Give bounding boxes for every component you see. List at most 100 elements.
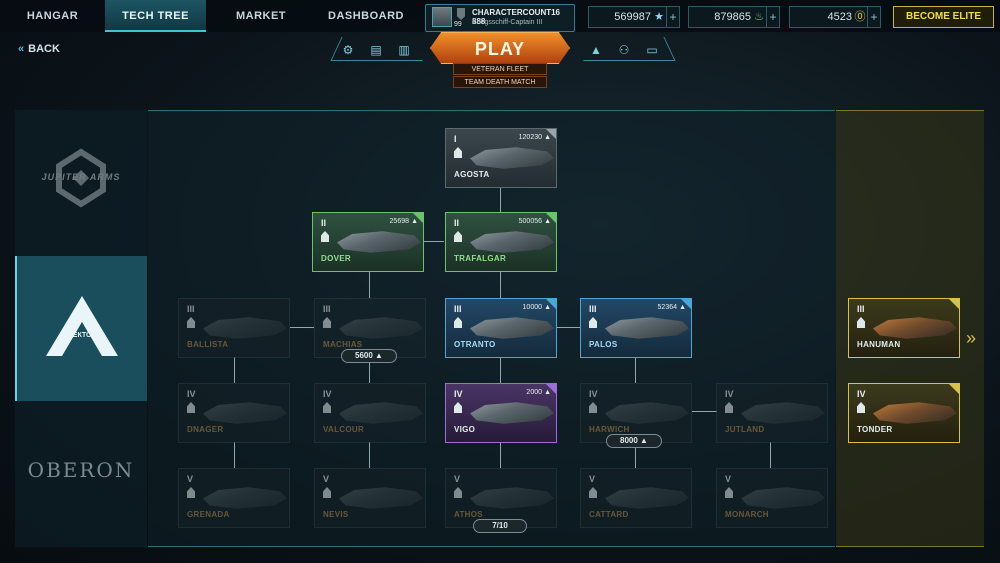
buy-gold-button[interactable]: +	[867, 7, 880, 27]
ship-name: AGOSTA	[454, 170, 490, 179]
ship-class-icon	[454, 147, 462, 158]
fleet-selector[interactable]: VETERAN FLEET	[453, 63, 547, 75]
ship-image	[873, 317, 957, 339]
ship-class-icon	[589, 317, 597, 328]
ship-class-icon	[725, 487, 733, 498]
buy-silver-button[interactable]: +	[666, 7, 679, 27]
ship-name: VALCOUR	[323, 425, 365, 434]
nation-label-oberon: OBERON	[27, 458, 135, 482]
nation-subtitle-akyla: ЧЕКТОР	[67, 332, 97, 339]
ship-class-icon	[187, 402, 195, 413]
ship-tier: IV	[454, 389, 463, 399]
tab-tech-tree[interactable]: TECH TREE	[105, 0, 206, 32]
connector	[369, 362, 370, 383]
back-button[interactable]: «BACK	[18, 43, 60, 55]
ship-class-icon	[323, 317, 331, 328]
gear-icon[interactable]: ⚙	[340, 42, 356, 58]
ship-tier: III	[857, 304, 865, 314]
ship-card-trafalgar[interactable]: II 500056 ▲ TRAFALGAR	[445, 212, 557, 272]
ship-image	[470, 147, 554, 169]
ship-name: NEVIS	[323, 510, 349, 519]
ship-corner-marker	[949, 384, 959, 394]
tab-dashboard[interactable]: DASHBOARD	[316, 0, 416, 32]
ship-class-icon	[323, 402, 331, 413]
buy-free-xp-button[interactable]: +	[766, 7, 779, 27]
xp-icon: ▲	[544, 134, 551, 141]
tab-market[interactable]: MARKET	[206, 0, 316, 32]
nation-jupiter-arms[interactable]: JUPITER ARMS	[15, 140, 147, 230]
tab-hangar[interactable]: HANGAR	[0, 0, 105, 32]
become-elite-button[interactable]: BECOME ELITE	[893, 6, 994, 28]
ship-image	[339, 402, 423, 424]
ship-xp: 500056	[518, 218, 542, 225]
silver-currency: 569987 ★ +	[588, 6, 680, 28]
connector	[500, 357, 501, 383]
xp-icon: ▲	[411, 218, 418, 225]
book-icon[interactable]: ▥	[396, 42, 412, 58]
ship-tier: IV	[725, 389, 734, 399]
ship-image	[470, 402, 554, 424]
ship-card-hanuman[interactable]: III HANUMAN	[848, 298, 960, 358]
ship-name: HANUMAN	[857, 340, 901, 349]
ship-card-agosta[interactable]: I 120230 ▲ AGOSTA	[445, 128, 557, 188]
ship-image	[339, 487, 423, 509]
free-xp-currency: 879865 ♨ +	[688, 6, 780, 28]
ship-class-icon	[321, 231, 329, 242]
play-button[interactable]: PLAY	[430, 32, 570, 64]
connector	[290, 327, 314, 328]
ship-xp: 25698	[389, 218, 409, 225]
mode-selector[interactable]: TEAM DEATH MATCH	[453, 76, 547, 88]
ship-image	[203, 487, 287, 509]
ship-name: ATHOS	[454, 510, 483, 519]
ship-card-grenada[interactable]: V GRENADA	[178, 468, 290, 528]
ship-card-dnager[interactable]: IV DNAGER	[178, 383, 290, 443]
ship-tier: III	[323, 304, 331, 314]
connector	[770, 442, 771, 468]
star-icon: ★	[654, 11, 664, 23]
ship-card-tonder[interactable]: IV TONDER	[848, 383, 960, 443]
progress-athos: 7/10	[473, 519, 527, 533]
ship-tier: V	[725, 474, 732, 484]
ship-class-icon	[454, 317, 462, 328]
add-friend-icon[interactable]: ⚇	[616, 42, 632, 58]
nation-akyla[interactable]: ЧЕКТОР	[15, 256, 147, 401]
ship-card-monarch[interactable]: V MONARCH	[716, 468, 828, 528]
ship-name: DOVER	[321, 254, 351, 263]
cost-value: 8000	[620, 436, 638, 445]
ship-card-cattard[interactable]: V CATTARD	[580, 468, 692, 528]
squadron-icon[interactable]: ▲	[588, 42, 604, 58]
ship-card-nevis[interactable]: V NEVIS	[314, 468, 426, 528]
ship-image	[470, 317, 554, 339]
ship-card-dover[interactable]: II 25698 ▲ DOVER	[312, 212, 424, 272]
nation-sidebar: JUPITER ARMS ЧЕКТОР OBERON	[15, 110, 147, 547]
ship-card-otranto[interactable]: III 10000 ▲ OTRANTO	[445, 298, 557, 358]
player-rank-title: Kriegsschiff-Captain III	[472, 19, 543, 26]
ship-card-valcour[interactable]: IV VALCOUR	[314, 383, 426, 443]
ship-name: HARWICH	[589, 425, 630, 434]
player-profile[interactable]: 99 CHARACTERCOUNT16 888 Kriegsschiff-Cap…	[425, 4, 575, 32]
ship-class-icon	[454, 487, 462, 498]
ship-card-vigo[interactable]: IV 2000 ▲ VIGO	[445, 383, 557, 443]
ship-card-ballista[interactable]: III BALLISTA	[178, 298, 290, 358]
chevron-right-icon[interactable]: »	[966, 328, 976, 349]
ship-tier: I	[454, 134, 457, 144]
ship-class-icon	[187, 317, 195, 328]
ship-class-icon	[857, 402, 865, 413]
connector	[692, 411, 717, 412]
silver-value: 569987	[614, 11, 651, 23]
list-icon[interactable]: ▤	[368, 42, 384, 58]
ship-name: PALOS	[589, 340, 618, 349]
cost-value: 5600	[355, 351, 373, 360]
ship-tier: III	[589, 304, 597, 314]
connector	[234, 442, 235, 468]
ship-xp: 10000	[522, 304, 542, 311]
gold-coin-icon: ⓪	[854, 11, 866, 23]
connector	[500, 442, 501, 468]
ship-card-jutland[interactable]: IV JUTLAND	[716, 383, 828, 443]
chat-icon[interactable]: ▭	[644, 42, 660, 58]
ship-tier: V	[323, 474, 330, 484]
ship-card-palos[interactable]: III 52364 ▲ PALOS	[580, 298, 692, 358]
xp-icon: ▲	[544, 389, 551, 396]
connector	[369, 442, 370, 468]
nation-oberon[interactable]: OBERON	[15, 440, 147, 510]
